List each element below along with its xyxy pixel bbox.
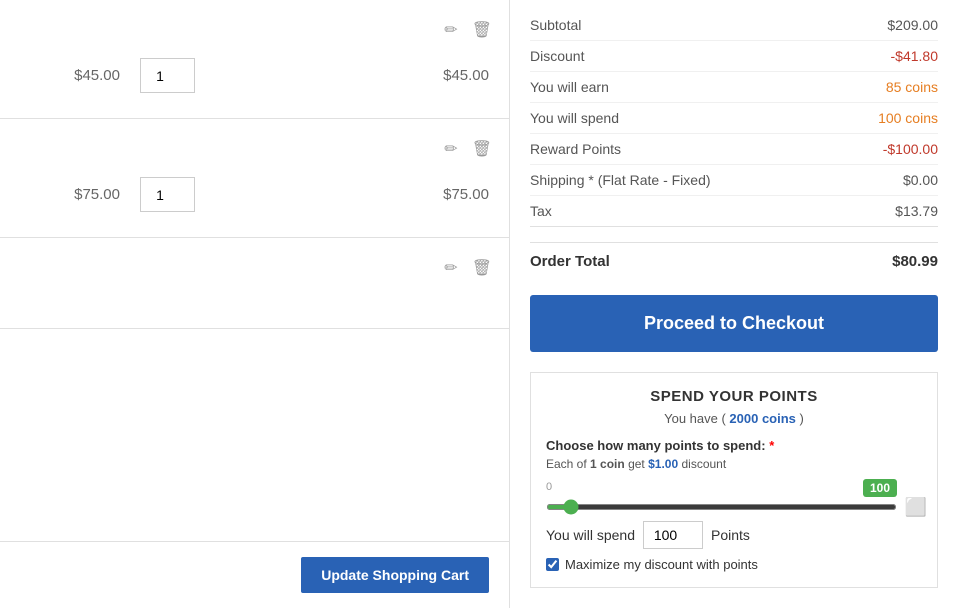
earn-label: You will earn: [530, 79, 609, 95]
rate-coin: 1 coin: [590, 457, 625, 471]
cart-footer: Update Shopping Cart: [0, 541, 509, 608]
item-1-price: $45.00: [20, 67, 120, 84]
item-1-actions: ✏ 🗑: [0, 10, 509, 50]
spend-points-title: SPEND YOUR POINTS: [546, 388, 922, 405]
update-cart-button[interactable]: Update Shopping Cart: [301, 557, 489, 593]
item-2-row: $75.00 $75.00: [0, 169, 509, 227]
coins-info-pre: You have (: [664, 411, 726, 426]
item-1-row: $45.00 $45.00: [0, 50, 509, 108]
order-total-label: Order Total: [530, 253, 610, 270]
discount-value: -$41.80: [891, 48, 938, 64]
tax-label: Tax: [530, 203, 552, 219]
edit-icon-1[interactable]: ✏: [442, 18, 459, 42]
item-2-total: $75.00: [215, 186, 489, 203]
item-2-actions: ✏ 🗑: [0, 129, 509, 169]
item-1-total: $45.00: [215, 67, 489, 84]
item-2-price: $75.00: [20, 186, 120, 203]
tax-row: Tax $13.79: [530, 196, 938, 226]
item-2-qty[interactable]: [140, 177, 195, 212]
slider-bubble: 100: [863, 479, 897, 497]
earn-row: You will earn 85 coins: [530, 72, 938, 103]
earn-value: 85 coins: [886, 79, 938, 95]
spend-label-summary: You will spend: [530, 110, 619, 126]
delete-icon-3[interactable]: 🗑: [470, 256, 494, 280]
item-1-qty[interactable]: [140, 58, 195, 93]
points-slider[interactable]: [546, 504, 897, 510]
choose-points-label: Choose how many points to spend: *: [546, 438, 922, 453]
maximize-checkbox[interactable]: [546, 558, 559, 571]
subtotal-row: Subtotal $209.00: [530, 10, 938, 41]
coins-count: 2000 coins: [729, 411, 796, 426]
checkout-button[interactable]: Proceed to Checkout: [530, 295, 938, 352]
reward-row: Reward Points -$100.00: [530, 134, 938, 165]
order-total-value: $80.99: [892, 253, 938, 270]
order-summary-panel: Subtotal $209.00 Discount -$41.80 You wi…: [510, 0, 958, 608]
summary-table: Subtotal $209.00 Discount -$41.80 You wi…: [530, 10, 938, 227]
reward-value: -$100.00: [883, 141, 938, 157]
shipping-row: Shipping * (Flat Rate - Fixed) $0.00: [530, 165, 938, 196]
required-star: *: [769, 438, 774, 453]
delete-icon-1[interactable]: 🗑: [470, 18, 494, 42]
maximize-label: Maximize my discount with points: [565, 557, 758, 572]
reward-label: Reward Points: [530, 141, 621, 157]
spend-row-summary: You will spend 100 coins: [530, 103, 938, 134]
maximize-discount-row: Maximize my discount with points: [546, 557, 922, 572]
item-3-actions: ✏ 🗑: [0, 248, 509, 288]
slider-reset-icon[interactable]: ⬜: [905, 497, 927, 518]
coins-info: You have ( 2000 coins ): [546, 411, 922, 426]
cart-item-1: ✏ 🗑 $45.00 $45.00: [0, 0, 509, 119]
subtotal-value: $209.00: [887, 17, 938, 33]
discount-label: Discount: [530, 48, 584, 64]
rate-amount: $1.00: [648, 457, 678, 471]
subtotal-label: Subtotal: [530, 17, 581, 33]
order-total-row: Order Total $80.99: [530, 242, 938, 280]
spend-points-input[interactable]: [643, 521, 703, 549]
spend-points-section: SPEND YOUR POINTS You have ( 2000 coins …: [530, 372, 938, 588]
coin-rate-info: Each of 1 coin get $1.00 discount: [546, 457, 922, 471]
points-slider-wrapper: 0 100 ⬜: [546, 481, 922, 513]
tax-value: $13.79: [895, 203, 938, 219]
edit-icon-2[interactable]: ✏: [442, 137, 459, 161]
coins-info-post: ): [800, 411, 804, 426]
slider-min-label: 0: [546, 481, 552, 495]
slider-labels: 0 100: [546, 481, 897, 495]
discount-row: Discount -$41.80: [530, 41, 938, 72]
cart-item-2: ✏ 🗑 $75.00 $75.00: [0, 119, 509, 238]
you-will-spend-row: You will spend Points: [546, 521, 922, 549]
cart-item-3: ✏ 🗑: [0, 238, 509, 329]
shipping-value: $0.00: [903, 172, 938, 188]
you-will-spend-label: You will spend: [546, 527, 635, 543]
delete-icon-2[interactable]: 🗑: [470, 137, 494, 161]
edit-icon-3[interactable]: ✏: [442, 256, 459, 280]
cart-items-panel: ✏ 🗑 $45.00 $45.00 ✏ 🗑 $75.00 $75.00: [0, 0, 510, 608]
shipping-label: Shipping * (Flat Rate - Fixed): [530, 172, 711, 188]
points-unit-label: Points: [711, 527, 750, 543]
spend-value-summary: 100 coins: [878, 110, 938, 126]
